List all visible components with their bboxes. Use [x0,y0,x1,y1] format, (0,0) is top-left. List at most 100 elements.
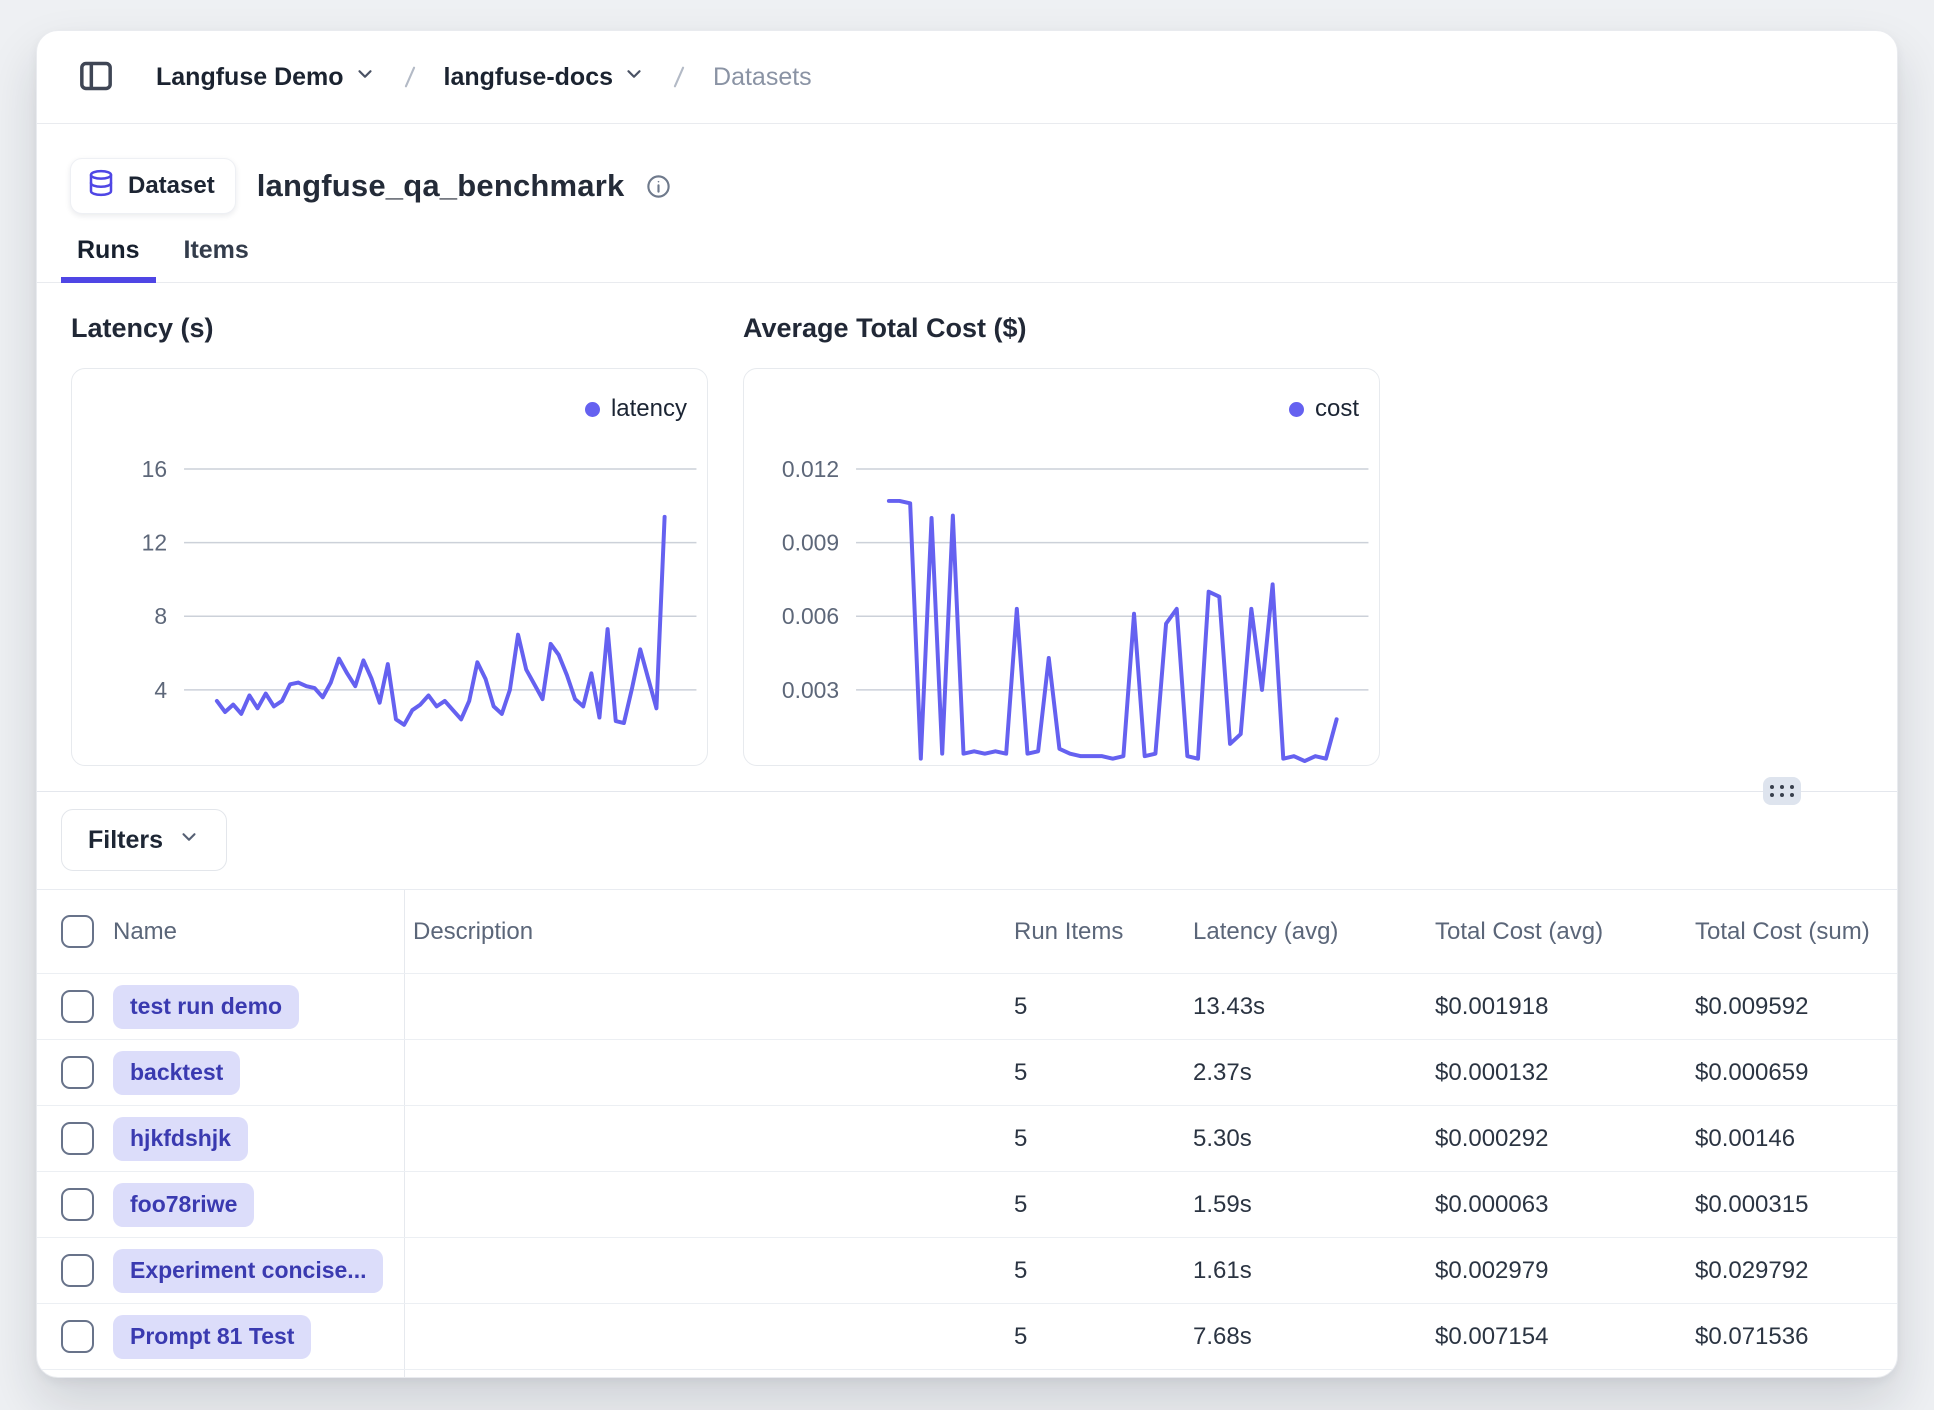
run-items-count: 5 [1014,993,1193,1021]
table-header-row: Name Description Run Items Latency (avg)… [37,890,1897,974]
latency-chart-legend: latency [585,395,687,423]
table-row: hjkfdshjk 5 5.30s $0.000292 $0.00146 [37,1106,1897,1172]
svg-text:0.006: 0.006 [782,603,839,629]
run-name-badge[interactable]: test run demo [113,985,299,1029]
info-icon[interactable] [645,173,672,200]
dataset-title-row: Dataset langfuse_qa_benchmark [70,158,1859,214]
run-total-cost-sum: $0.071536 [1695,1323,1897,1351]
main-panel: Langfuse Demo langfuse-docs Datasets [36,30,1898,1378]
row-checkbox[interactable] [61,1122,94,1155]
run-name-badge[interactable]: backtest [113,1051,240,1095]
column-header-total-cost-sum: Total Cost (sum) [1695,918,1897,946]
row-checkbox[interactable] [61,1320,94,1353]
svg-text:0.009: 0.009 [782,530,839,556]
column-header-name: Name [105,890,405,973]
chevron-down-icon [623,63,645,92]
cost-line-chart: 0.0030.0060.0090.012 [744,369,1379,765]
project-name: langfuse-docs [444,63,613,92]
runs-table: Name Description Run Items Latency (avg)… [37,889,1897,1378]
table-row: Prompt 81 Test 5 7.68s $0.007154 $0.0715… [37,1304,1897,1370]
run-latency-avg: 13.43s [1193,993,1435,1021]
cost-chart: 0.0030.0060.0090.012 cost [743,368,1380,766]
run-total-cost-avg: $0.000132 [1435,1059,1695,1087]
filters-label: Filters [88,826,163,855]
panel-left-icon [76,56,116,99]
run-total-cost-avg: $0.000292 [1435,1125,1695,1153]
table-row: backtest 5 2.37s $0.000132 $0.000659 [37,1040,1897,1106]
cost-chart-title: Average Total Cost ($) [743,313,1380,344]
table-row: foo78riwe 5 1.59s $0.000063 $0.000315 [37,1172,1897,1238]
breadcrumb: Langfuse Demo langfuse-docs Datasets [156,63,812,92]
svg-text:8: 8 [154,603,167,629]
breadcrumb-separator [396,63,424,91]
tab-items[interactable]: Items [168,236,265,282]
latency-chart-title: Latency (s) [71,313,708,344]
run-latency-avg: 7.68s [1193,1323,1435,1351]
filters-row: Filters [37,809,1897,871]
run-name-badge[interactable]: Experiment concise... [113,1249,383,1293]
run-total-cost-sum: $0.000315 [1695,1191,1897,1219]
run-name-badge[interactable]: foo78riwe [113,1183,254,1227]
row-checkbox[interactable] [61,1254,94,1287]
table-row [37,1370,1897,1378]
column-header-description: Description [405,918,1014,946]
sidebar-toggle-button[interactable] [76,56,116,99]
run-total-cost-avg: $0.000063 [1435,1191,1695,1219]
run-items-count: 5 [1014,1191,1193,1219]
run-items-count: 5 [1014,1059,1193,1087]
tab-bar: Runs Items [37,236,1897,283]
cost-chart-legend: cost [1289,395,1359,423]
breadcrumb-project-selector[interactable]: langfuse-docs [444,63,645,92]
run-total-cost-avg: $0.007154 [1435,1323,1695,1351]
run-latency-avg: 2.37s [1193,1059,1435,1087]
run-items-count: 5 [1014,1257,1193,1285]
run-latency-avg: 5.30s [1193,1125,1435,1153]
svg-text:16: 16 [142,456,167,482]
legend-label: latency [611,395,687,423]
legend-dot-icon [1289,402,1304,417]
select-all-checkbox[interactable] [61,915,94,948]
section-divider [37,791,1897,792]
column-header-total-cost-avg: Total Cost (avg) [1435,918,1695,946]
run-latency-avg: 1.59s [1193,1191,1435,1219]
breadcrumb-org-selector[interactable]: Langfuse Demo [156,63,376,92]
dataset-badge-label: Dataset [128,172,215,200]
svg-text:4: 4 [154,677,167,703]
run-total-cost-avg: $0.001918 [1435,993,1695,1021]
run-items-count: 5 [1014,1323,1193,1351]
legend-label: cost [1315,395,1359,423]
tab-runs[interactable]: Runs [61,236,156,282]
org-name: Langfuse Demo [156,63,344,92]
breadcrumb-separator [665,63,693,91]
column-header-run-items: Run Items [1014,918,1193,946]
chevron-down-icon [354,63,376,92]
run-total-cost-sum: $0.00146 [1695,1125,1897,1153]
run-total-cost-sum: $0.000659 [1695,1059,1897,1087]
top-bar: Langfuse Demo langfuse-docs Datasets [37,31,1897,124]
row-checkbox[interactable] [61,1056,94,1089]
latency-chart-group: Latency (s) 4 8 12 16 latency [71,313,708,766]
dataset-type-badge: Dataset [70,158,236,214]
row-checkbox[interactable] [61,1188,94,1221]
run-name-badge[interactable]: hjkfdshjk [113,1117,248,1161]
table-row: Experiment concise... 5 1.61s $0.002979 … [37,1238,1897,1304]
chevron-down-icon [178,826,200,855]
latency-chart: 4 8 12 16 latency [71,368,708,766]
run-total-cost-sum: $0.029792 [1695,1257,1897,1285]
database-icon [86,168,116,205]
column-header-latency-avg: Latency (avg) [1193,918,1435,946]
run-latency-avg: 1.61s [1193,1257,1435,1285]
latency-line-chart: 4 8 12 16 [72,369,707,765]
row-checkbox[interactable] [61,990,94,1023]
run-name-badge[interactable]: Prompt 81 Test [113,1315,311,1359]
run-total-cost-sum: $0.009592 [1695,993,1897,1021]
run-total-cost-avg: $0.002979 [1435,1257,1695,1285]
table-row: test run demo 5 13.43s $0.001918 $0.0095… [37,974,1897,1040]
page-title: langfuse_qa_benchmark [257,168,625,204]
breadcrumb-current-datasets: Datasets [713,63,812,92]
svg-text:12: 12 [142,530,167,556]
run-items-count: 5 [1014,1125,1193,1153]
filters-button[interactable]: Filters [61,809,227,871]
legend-dot-icon [585,402,600,417]
resize-handle[interactable] [1763,777,1801,805]
